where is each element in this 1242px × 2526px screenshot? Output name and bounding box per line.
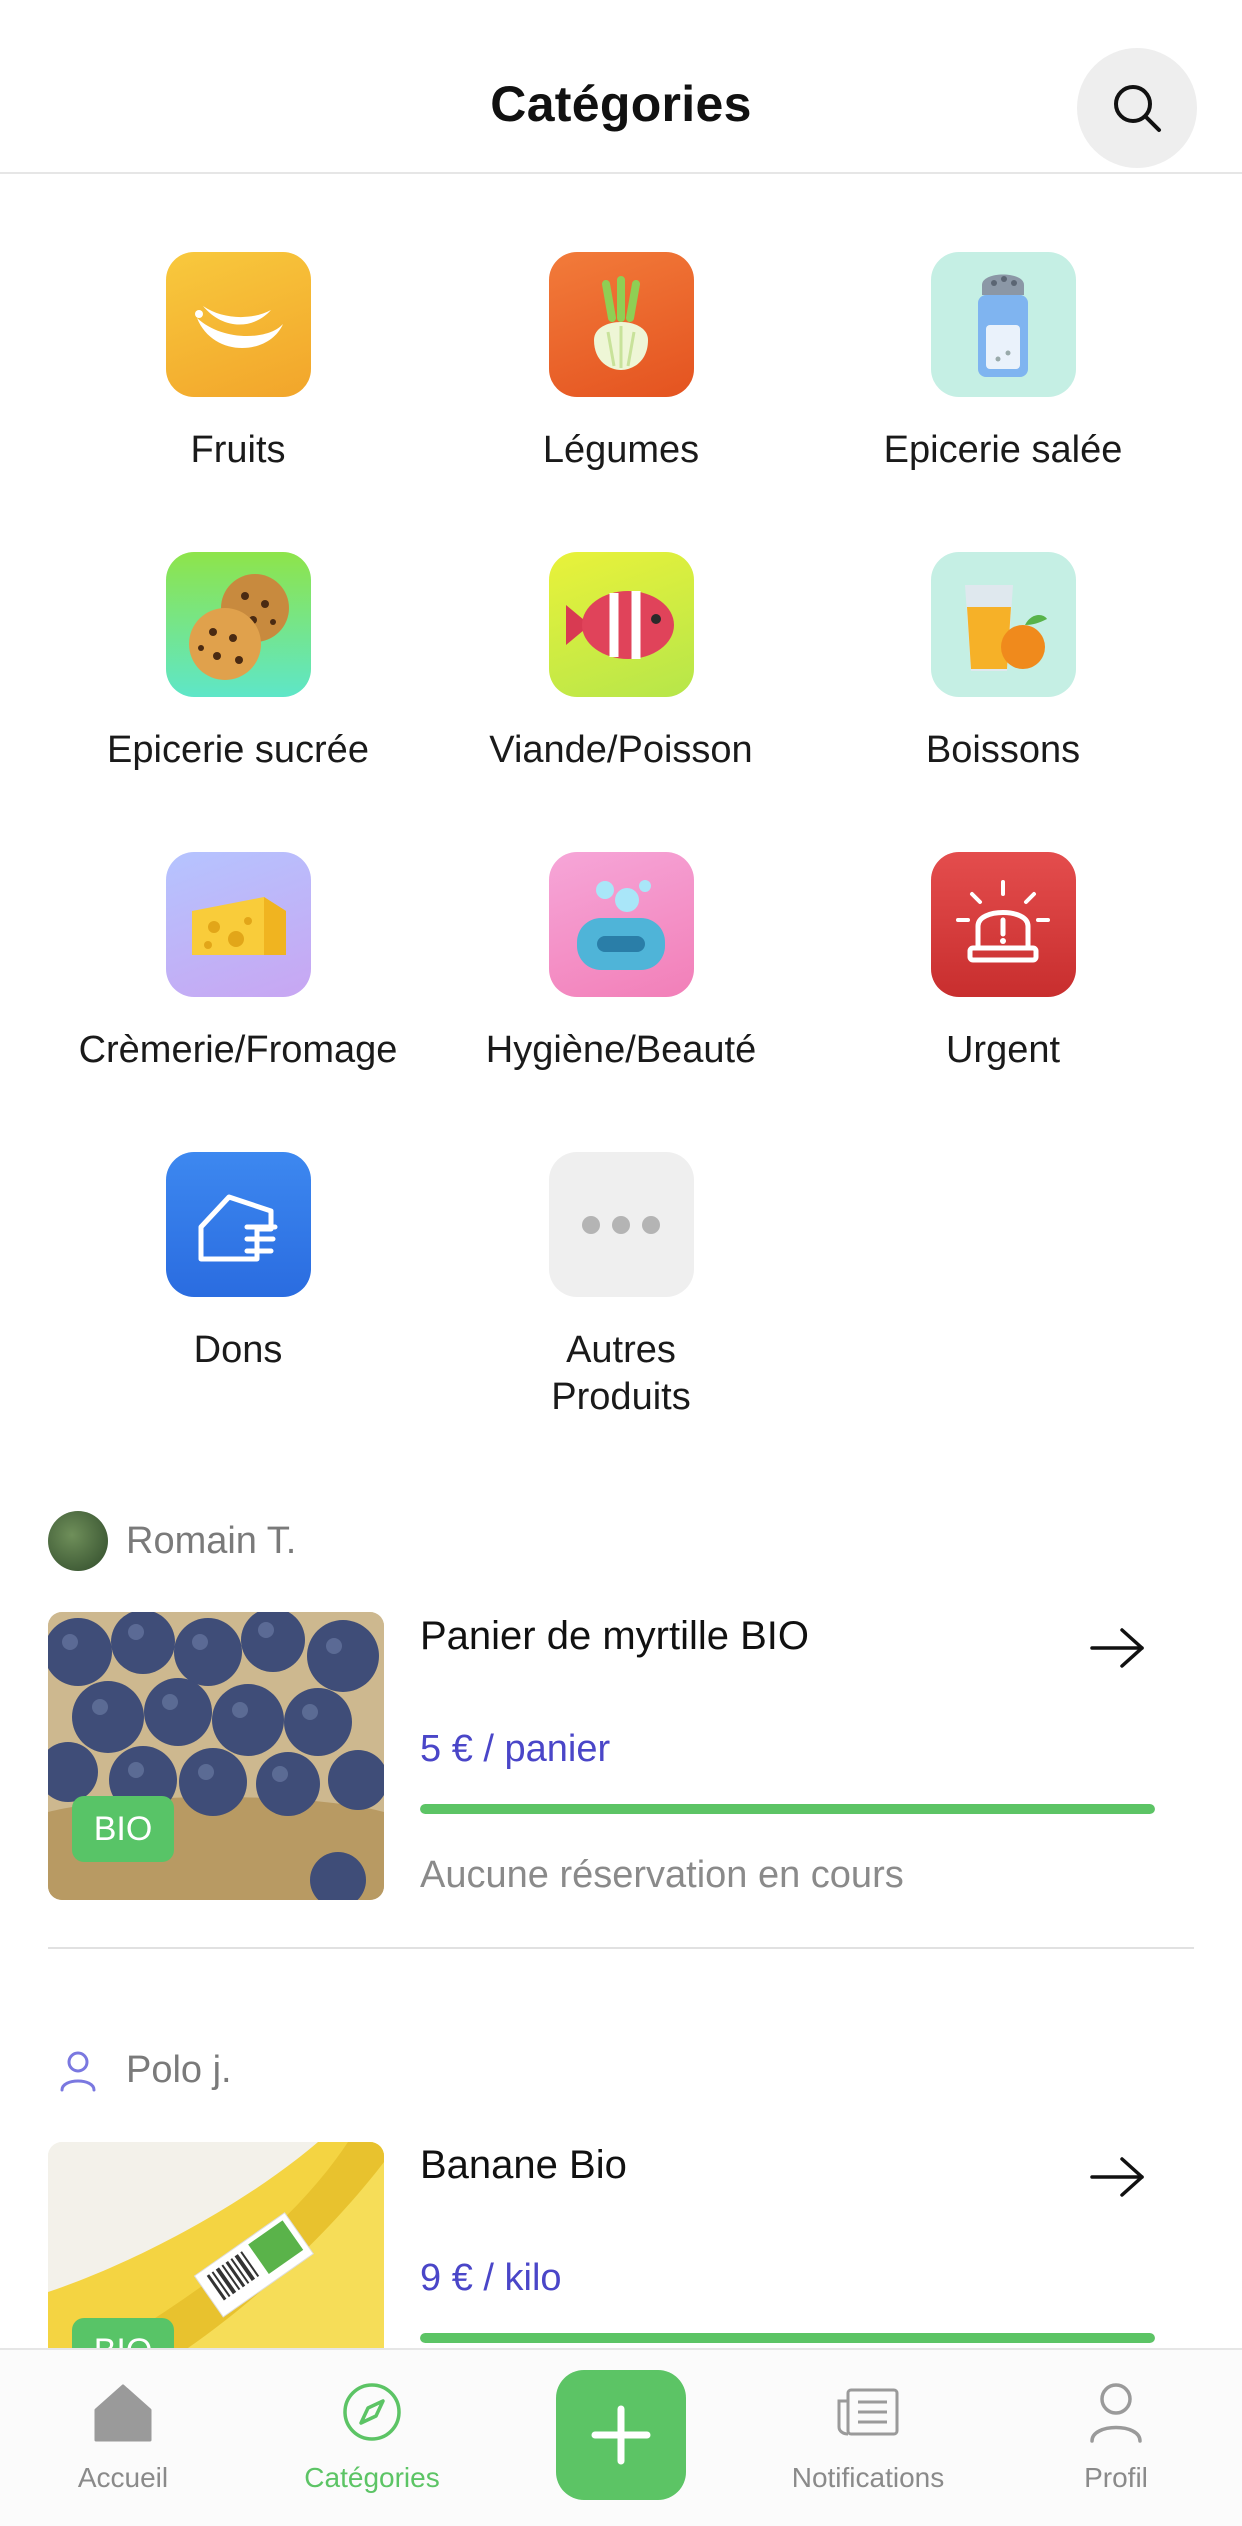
soap-icon	[548, 852, 694, 997]
category-boissons[interactable]: Boissons	[803, 552, 1203, 774]
arrow-right-icon[interactable]	[1088, 2155, 1148, 2199]
category-label: Epicerie sucrée	[107, 729, 369, 771]
category-label: Dons	[193, 1329, 283, 1371]
progress-fill	[420, 1804, 1155, 1814]
category-legumes[interactable]: Légumes	[421, 252, 821, 474]
avatar	[48, 1511, 108, 1571]
product-title[interactable]: Panier de myrtille BIO	[420, 1614, 809, 1659]
siren-icon	[930, 852, 1076, 997]
reservation-progress-bar	[420, 2333, 1155, 2343]
newspaper-icon	[834, 2378, 902, 2446]
tab-label: Accueil	[77, 2462, 169, 2493]
cheese-icon	[165, 852, 311, 997]
product-price: 9 € / kilo	[420, 2257, 562, 2299]
seller-info[interactable]: Polo j.	[48, 2040, 232, 2100]
cookies-icon	[165, 552, 311, 697]
fish-icon	[548, 552, 694, 697]
seller-name: Romain T.	[126, 1519, 297, 1562]
tab-label: Catégories	[304, 2462, 440, 2493]
user-avatar-icon	[48, 2040, 108, 2100]
add-listing-button[interactable]	[556, 2370, 686, 2500]
category-fruits[interactable]: Fruits	[38, 252, 438, 474]
category-label: Viande/Poisson	[489, 729, 753, 771]
tab-profil[interactable]: Profil	[996, 2350, 1236, 2526]
category-label: Autres Produits	[551, 1329, 691, 1418]
page-title: Catégories	[490, 76, 752, 132]
tab-notifications[interactable]: Notifications	[748, 2350, 988, 2526]
category-urgent[interactable]: Urgent	[803, 852, 1203, 1074]
category-label: Epicerie salée	[883, 429, 1123, 471]
tab-accueil[interactable]: Accueil	[3, 2350, 243, 2526]
progress-fill	[420, 2333, 1155, 2343]
product-image[interactable]: BIO	[48, 1612, 384, 1900]
home-icon	[89, 2378, 157, 2446]
bio-badge: BIO	[72, 2318, 174, 2348]
category-viande-poisson[interactable]: Viande/Poisson	[421, 552, 821, 774]
product-price: 5 € / panier	[420, 1728, 611, 1770]
juice-icon	[930, 552, 1076, 697]
user-icon	[1082, 2378, 1150, 2446]
seller-name: Polo j.	[126, 2048, 232, 2091]
category-dons[interactable]: Dons	[38, 1152, 438, 1374]
plus-icon	[591, 2405, 651, 2465]
seller-info[interactable]: Romain T.	[48, 1511, 296, 1571]
salt-shaker-icon	[930, 252, 1076, 397]
tab-label: Profil	[1084, 2462, 1148, 2493]
category-hygiene-beaute[interactable]: Hygiène/Beauté	[421, 852, 821, 1074]
compass-icon	[338, 2378, 406, 2446]
category-label: Hygiène/Beauté	[485, 1029, 757, 1071]
reservation-status: Aucune réservation en cours	[420, 1854, 904, 1896]
category-label: Légumes	[542, 429, 700, 471]
listing-divider	[48, 1947, 1194, 1949]
bio-badge: BIO	[72, 1796, 174, 1862]
category-epicerie-sucree[interactable]: Epicerie sucrée	[38, 552, 438, 774]
category-cremerie-fromage[interactable]: Crèmerie/Fromage	[38, 852, 438, 1074]
category-autres-produits[interactable]: Autres Produits	[421, 1152, 821, 1421]
reservation-progress-bar	[420, 1804, 1155, 1814]
tab-label: Notifications	[791, 2462, 945, 2493]
banana-icon	[165, 252, 311, 397]
category-label: Fruits	[190, 429, 286, 471]
category-label: Crèmerie/Fromage	[78, 1029, 398, 1071]
search-icon	[1114, 85, 1161, 132]
search-button[interactable]	[1077, 48, 1197, 168]
tab-categories[interactable]: Catégories	[252, 2350, 492, 2526]
donation-hand-icon	[165, 1152, 311, 1297]
category-epicerie-salee[interactable]: Epicerie salée	[803, 252, 1203, 474]
header: Catégories	[0, 0, 1242, 174]
category-label: Boissons	[925, 729, 1081, 771]
more-icon	[548, 1152, 694, 1297]
arrow-right-icon[interactable]	[1088, 1626, 1148, 1670]
category-label: Urgent	[945, 1029, 1061, 1071]
product-image[interactable]: BIO	[48, 2142, 384, 2348]
fennel-icon	[548, 252, 694, 397]
product-title[interactable]: Banane Bio	[420, 2143, 627, 2188]
